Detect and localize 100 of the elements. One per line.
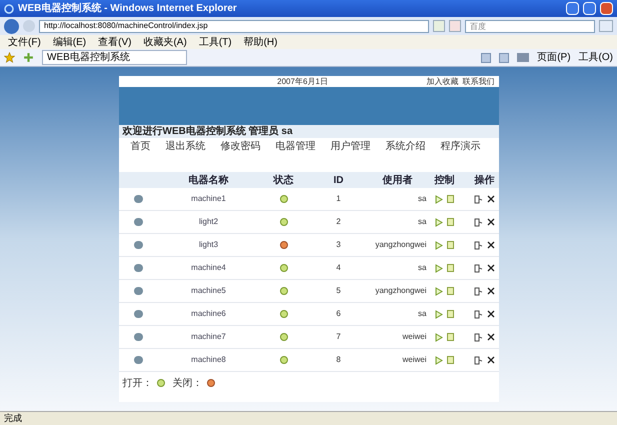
play-icon[interactable] [435, 194, 443, 204]
play-icon[interactable] [435, 218, 443, 226]
id-cell-text: 8 [335, 354, 342, 366]
nav-link[interactable]: 系统介绍 [386, 138, 426, 154]
header-link[interactable]: 联系我们 [462, 76, 494, 88]
user-cell-text: sa [417, 308, 426, 320]
delete-icon[interactable] [486, 356, 494, 364]
device-icon [134, 287, 143, 295]
edit-icon[interactable] [474, 218, 482, 226]
add-favorite-icon[interactable] [23, 52, 34, 63]
delete-icon[interactable] [486, 195, 494, 203]
edit-icon[interactable] [474, 240, 482, 250]
id-cell-text: 4 [335, 262, 342, 274]
maximize-button[interactable] [583, 2, 596, 15]
device-icon [134, 356, 143, 364]
stop-icon[interactable] [447, 287, 454, 295]
delete-icon[interactable] [486, 310, 494, 318]
device-name[interactable]: machine5 [158, 285, 258, 297]
menu-item[interactable]: 文件(F) [8, 34, 41, 50]
menu-item[interactable]: 帮助(H) [244, 34, 278, 50]
edit-icon[interactable] [474, 356, 482, 364]
device-name[interactable]: light2 [158, 216, 258, 228]
nav-link[interactable]: 首页 [130, 138, 150, 154]
toolbar-icon[interactable] [481, 52, 492, 62]
minimize-button[interactable] [566, 2, 579, 15]
id-cell-text: 7 [335, 331, 342, 343]
status-text: 完成 [4, 412, 22, 425]
device-name[interactable]: machine6 [158, 308, 258, 320]
close-button[interactable] [600, 2, 613, 15]
delete-icon[interactable] [486, 218, 494, 226]
edit-icon[interactable] [474, 286, 482, 296]
delete-icon[interactable] [486, 287, 494, 295]
delete-icon[interactable] [486, 241, 494, 249]
stop-icon[interactable] [447, 310, 454, 318]
header-link[interactable]: 加入收藏 [426, 76, 458, 88]
device-icon [134, 218, 143, 226]
delete-icon[interactable] [486, 264, 494, 272]
column-header: 使用者 [381, 174, 414, 188]
stop-icon[interactable] [447, 356, 454, 364]
nav-link[interactable]: 电器管理 [276, 138, 316, 154]
search-field[interactable]: 百度 [465, 20, 595, 32]
user-cell-text: weiwei [401, 354, 426, 366]
play-icon[interactable] [435, 310, 443, 318]
device-name[interactable]: machine8 [158, 354, 258, 366]
menu-item[interactable]: 查看(V) [98, 34, 132, 50]
edit-icon[interactable] [474, 264, 482, 272]
back-button[interactable] [4, 18, 19, 34]
column-header: 操作 [473, 174, 496, 188]
user-cell-text: yangzhongwei [374, 239, 426, 251]
play-icon[interactable] [435, 240, 443, 250]
edit-icon[interactable] [474, 310, 482, 318]
device-icon [134, 264, 143, 272]
play-icon[interactable] [435, 356, 443, 364]
user-cell-text: sa [417, 262, 426, 274]
printer-icon[interactable] [517, 53, 530, 62]
device-name[interactable]: machine4 [158, 262, 258, 274]
user-cell-text: weiwei [401, 331, 426, 343]
nav-link[interactable]: 用户管理 [330, 138, 370, 154]
browser-tab[interactable]: WEB电器控制系统 [42, 50, 187, 65]
id-cell-text: 6 [335, 308, 342, 320]
nav-link[interactable]: 修改密码 [220, 138, 260, 154]
menu-item[interactable]: 工具(T) [198, 34, 232, 50]
menu-item[interactable]: 收藏夹(A) [143, 34, 187, 50]
id-cell-text: 5 [335, 285, 342, 297]
edit-icon[interactable] [474, 332, 482, 342]
address-field[interactable]: http://localhost:8080/machineControl/index.jsp [39, 20, 429, 32]
device-icon [134, 195, 143, 203]
nav-link[interactable]: 程序演示 [440, 138, 480, 154]
stop-icon[interactable] [447, 195, 454, 203]
column-header: 电器名称 [188, 174, 230, 188]
play-icon[interactable] [435, 264, 443, 272]
id-cell-text: 1 [335, 193, 342, 205]
star-icon[interactable] [4, 52, 15, 63]
device-icon [134, 333, 143, 341]
stop-icon[interactable] [447, 264, 454, 272]
toolbar-button[interactable]: 工具(O) [578, 50, 613, 65]
play-icon[interactable] [435, 286, 443, 296]
device-name[interactable]: machine1 [158, 193, 258, 205]
play-icon[interactable] [435, 332, 443, 342]
device-name[interactable]: machine7 [158, 331, 258, 343]
column-header: 状态 [272, 174, 294, 188]
delete-icon[interactable] [486, 333, 494, 341]
id-cell-text: 2 [335, 216, 342, 228]
id-cell-text: 3 [335, 239, 342, 251]
column-header: ID [332, 174, 344, 188]
stop-icon[interactable] [447, 218, 454, 226]
edit-icon[interactable] [474, 194, 482, 204]
user-cell-text: sa [417, 216, 426, 228]
refresh-button[interactable] [433, 20, 445, 32]
search-button[interactable] [599, 20, 613, 32]
stop-icon[interactable] [447, 333, 454, 341]
browser-icon [4, 4, 14, 14]
menu-item[interactable]: 编辑(E) [52, 34, 86, 50]
toolbar-icon[interactable] [499, 52, 510, 62]
stop-icon[interactable] [447, 241, 454, 249]
device-name[interactable]: light3 [158, 239, 258, 251]
nav-link[interactable]: 退出系统 [166, 138, 206, 154]
stop-button[interactable] [449, 20, 461, 32]
toolbar-button[interactable]: 页面(P) [537, 50, 571, 65]
user-cell-text: yangzhongwei [374, 285, 426, 297]
